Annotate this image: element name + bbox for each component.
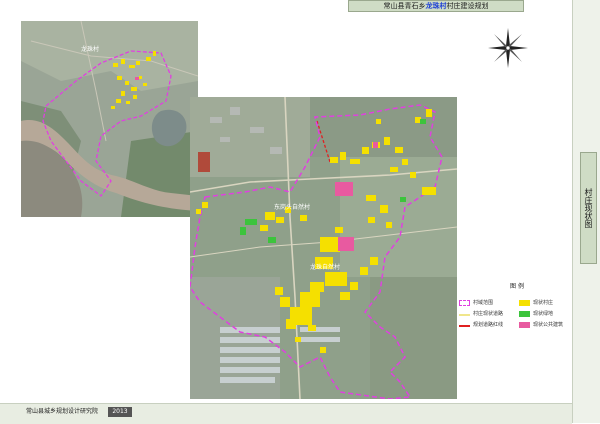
legend-title: 图 例: [510, 283, 524, 290]
drawing-name-label: 村庄现状图: [580, 152, 597, 264]
main-label-longzhu: 龙珠自然村: [310, 263, 340, 271]
map-legend: 图 例 村域范围 现状村庄 村庄现状道路 现状绿地 规划道路红线 现状公共建筑: [457, 280, 572, 336]
legend-swatch: [459, 325, 470, 327]
main-status-map: 东岗头自然村 龙珠自然村: [190, 97, 457, 399]
legend-swatch: [519, 311, 530, 317]
legend-swatch: [459, 300, 470, 306]
legend-swatch: [519, 300, 530, 306]
footer-institute: 常山县城乡规划设计研究院: [26, 408, 99, 415]
title-suffix: 村庄建设规划: [446, 2, 489, 10]
sheet-title: 常山县青石乡龙珠村村庄建设规划: [348, 0, 524, 12]
location-inset-map: 龙珠村: [21, 21, 198, 217]
legend-label: 村庄现状道路: [473, 311, 504, 317]
legend-swatch: [459, 314, 470, 316]
legend-label: 村域范围: [473, 300, 494, 306]
title-village-name: 龙珠村: [425, 2, 447, 10]
north-arrow-icon: [488, 28, 528, 68]
legend-label: 规划道路红线: [473, 322, 504, 328]
footer-badge: 2013: [108, 407, 132, 417]
inset-village-label: 龙珠村: [81, 45, 99, 53]
main-label-donggangtou: 东岗头自然村: [274, 203, 310, 211]
legend-label: 现状公共建筑: [533, 322, 564, 328]
legend-label: 现状村庄: [533, 300, 554, 306]
legend-label: 现状绿地: [533, 311, 554, 317]
title-prefix: 常山县青石乡: [383, 2, 426, 10]
map-sheet: 常山县青石乡龙珠村村庄建设规划 龙珠村 东岗头自然村 龙珠自然村 图 例 村域范…: [0, 0, 600, 424]
legend-swatch: [519, 322, 530, 328]
